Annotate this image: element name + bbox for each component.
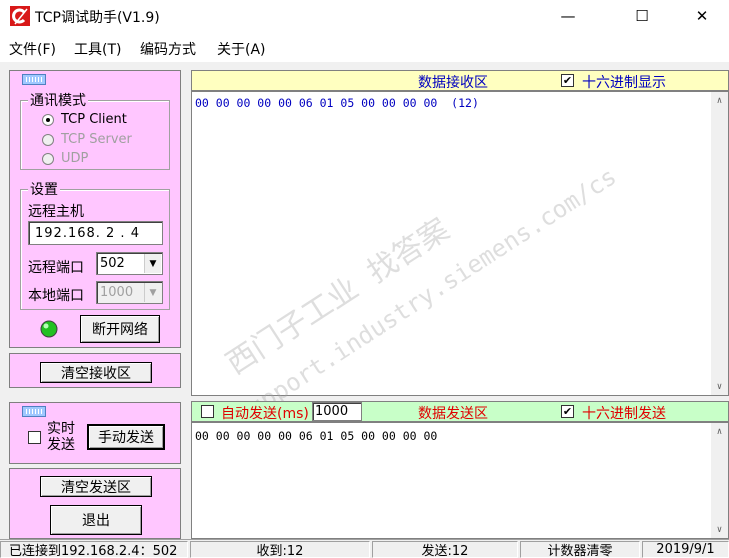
send-scrollbar[interactable]: ∧ ∨ — [711, 423, 728, 538]
hex-display-checkbox[interactable]: ✔ — [561, 74, 574, 87]
chevron-down-icon: ▼ — [144, 283, 161, 302]
local-port-select: 1000 ▼ — [96, 281, 163, 304]
send-header: 自动发送(ms) 1000 数据发送区 ✔ 十六进制发送 — [191, 401, 729, 422]
scroll-up-icon[interactable]: ∧ — [711, 423, 728, 440]
clear-send-button[interactable]: 清空发送区 — [40, 476, 152, 497]
realtime-send-label-line2: 发送 — [47, 437, 75, 453]
realtime-send-checkbox[interactable] — [28, 431, 41, 444]
status-sent: 发送:12 — [372, 541, 518, 558]
hex-send-label: 十六进制发送 — [582, 406, 666, 422]
close-button[interactable]: ✕ — [679, 0, 725, 32]
send-content: 00 00 00 00 00 06 01 05 00 00 00 00 — [195, 429, 438, 443]
clear-receive-button[interactable]: 清空接收区 — [40, 362, 152, 383]
connection-status-led-icon — [40, 320, 58, 338]
connection-panel: 通讯模式 TCP Client TCP Server UDP 设置 远程主机 1… — [9, 70, 181, 348]
status-connection: 已连接到192.168.2.4：502 — [0, 541, 188, 558]
remote-port-select[interactable]: 502 ▼ — [96, 252, 163, 275]
local-port-label: 本地端口 — [28, 288, 84, 304]
scroll-up-icon[interactable]: ∧ — [711, 92, 728, 109]
radio-button — [42, 152, 54, 165]
radio-udp: UDP — [42, 151, 88, 166]
hex-display-label: 十六进制显示 — [582, 75, 666, 91]
remote-port-value: 502 — [100, 256, 125, 271]
scroll-down-icon[interactable]: ∨ — [711, 378, 728, 395]
radio-button[interactable] — [42, 113, 54, 126]
hex-send-checkbox[interactable]: ✔ — [561, 405, 574, 418]
auto-send-interval-input[interactable]: 1000 — [312, 402, 362, 421]
radio-tcp-server: TCP Server — [42, 132, 132, 147]
menu-bar: 文件(F) 工具(T) 编码方式 关于(A) — [0, 32, 729, 62]
receive-header-title: 数据接收区 — [418, 75, 488, 91]
window-title: TCP调试助手(V1.9) — [35, 10, 160, 26]
tcp-c-logo-icon — [10, 6, 30, 26]
menu-tools[interactable]: 工具(T) — [74, 39, 121, 59]
scroll-down-icon[interactable]: ∨ — [711, 521, 728, 538]
status-received: 收到:12 — [190, 541, 370, 558]
menu-about[interactable]: 关于(A) — [217, 39, 266, 59]
status-date: 2019/9/1 — [642, 541, 729, 558]
receive-textarea[interactable]: 00 00 00 00 00 06 01 05 00 00 00 00 (12)… — [191, 91, 729, 430]
manual-send-button[interactable]: 手动发送 — [87, 424, 165, 450]
title-bar: TCP调试助手(V1.9) — ☐ ✕ — [0, 0, 729, 32]
grip-icon — [22, 74, 46, 85]
menu-encoding[interactable]: 编码方式 — [140, 39, 196, 59]
watermark-url: support.industry.siemens.com/cs — [230, 162, 622, 430]
send-header-title: 数据发送区 — [418, 406, 488, 422]
menu-file[interactable]: 文件(F) — [9, 39, 56, 59]
comm-mode-title: 通讯模式 — [28, 90, 88, 110]
receive-scrollbar[interactable]: ∧ ∨ — [711, 92, 728, 395]
realtime-send-label-line1: 实时 — [47, 421, 75, 437]
radio-button — [42, 133, 54, 146]
clear-receive-panel: 清空接收区 — [9, 353, 181, 388]
radio-udp-label: UDP — [61, 151, 89, 166]
grip-icon — [22, 406, 46, 417]
minimize-button[interactable]: — — [545, 0, 591, 32]
maximize-button[interactable]: ☐ — [619, 0, 665, 32]
radio-tcp-server-label: TCP Server — [61, 132, 132, 147]
local-port-value: 1000 — [100, 285, 134, 300]
remote-host-input[interactable]: 192.168. 2 . 4 — [28, 221, 163, 245]
status-bar: 已连接到192.168.2.4：502 收到:12 发送:12 计数器清零 20… — [0, 539, 729, 558]
settings-title: 设置 — [28, 179, 60, 199]
receive-header: 数据接收区 ✔ 十六进制显示 — [191, 70, 729, 91]
remote-port-label: 远程端口 — [28, 260, 84, 276]
send-textarea[interactable]: 00 00 00 00 00 06 01 05 00 00 00 00 ∧ ∨ — [191, 422, 729, 539]
send-actions-panel: 清空发送区 退出 — [9, 468, 181, 539]
reset-counter-button[interactable]: 计数器清零 — [520, 541, 640, 558]
auto-send-checkbox[interactable] — [201, 405, 214, 418]
auto-send-label: 自动发送(ms) — [221, 406, 309, 422]
exit-button[interactable]: 退出 — [50, 505, 142, 535]
radio-tcp-client[interactable]: TCP Client — [42, 112, 127, 127]
send-control-panel: 实时 发送 手动发送 — [9, 402, 181, 464]
remote-host-label: 远程主机 — [28, 204, 84, 220]
realtime-send-label: 实时 发送 — [47, 421, 75, 453]
radio-tcp-client-label: TCP Client — [61, 112, 127, 127]
receive-content: 00 00 00 00 00 06 01 05 00 00 00 00 (12) — [195, 96, 479, 110]
disconnect-button[interactable]: 断开网络 — [80, 315, 160, 343]
chevron-down-icon[interactable]: ▼ — [144, 254, 161, 273]
